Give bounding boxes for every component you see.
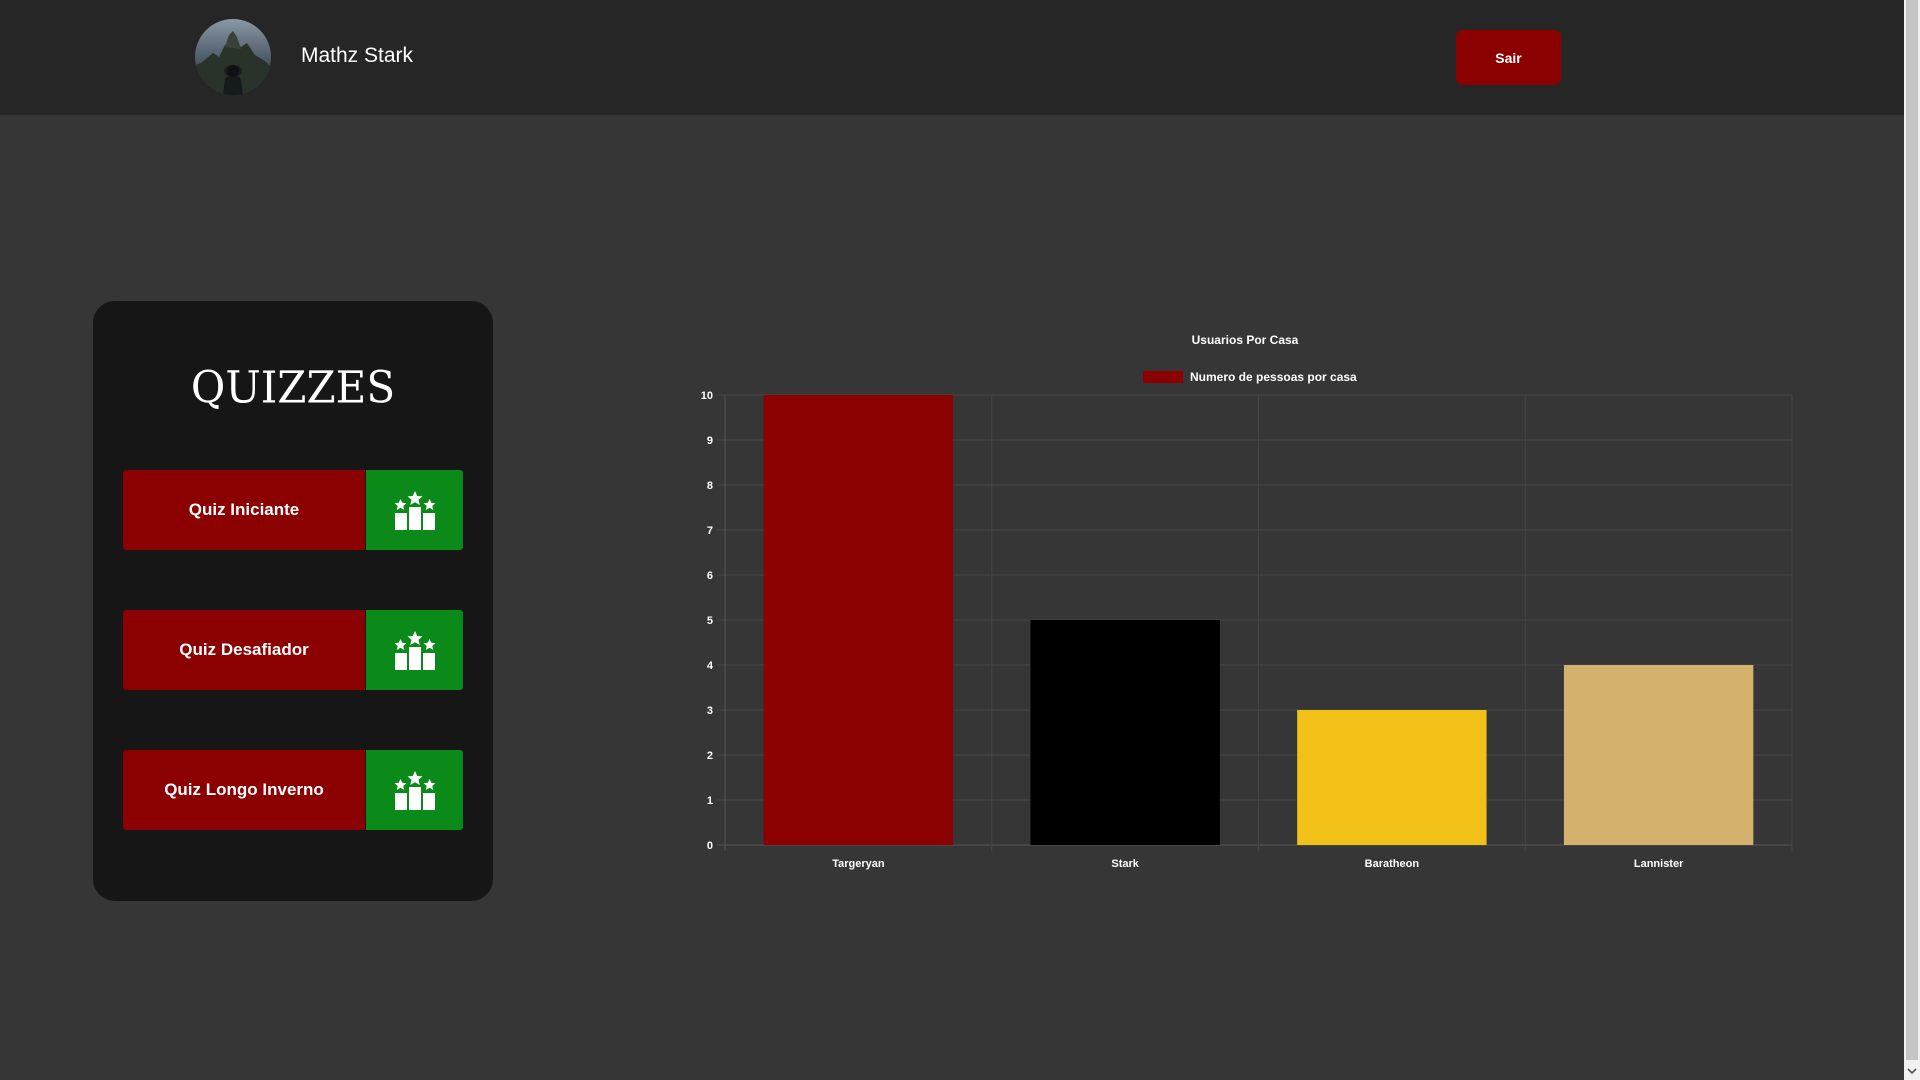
- x-tick-label: Baratheon: [1365, 858, 1420, 870]
- quiz-iniciante-button[interactable]: Quiz Iniciante: [123, 470, 365, 550]
- x-tick-label: Stark: [1111, 858, 1139, 870]
- bar: [1297, 710, 1487, 845]
- y-tick-label: 9: [707, 435, 713, 447]
- x-tick-label: Targeryan: [832, 858, 885, 870]
- x-tick-label: Lannister: [1634, 858, 1684, 870]
- quiz-desafiador-button[interactable]: Quiz Desafiador: [123, 610, 365, 690]
- bar: [1563, 665, 1754, 845]
- podium-icon: [394, 491, 435, 530]
- quiz-panel-title: QUIZZES: [190, 361, 396, 414]
- scroll-down-arrow[interactable]: [1904, 1062, 1920, 1080]
- y-tick-label: 2: [707, 750, 713, 762]
- y-tick-label: 8: [707, 480, 713, 492]
- bar: [763, 395, 954, 845]
- users-per-house-chart: Usuarios Por Casa Numero de pessoas por …: [680, 325, 1810, 885]
- x-axis-ticks: Targeryan Stark Baratheon Lannister: [832, 858, 1684, 870]
- quiz-row: Quiz Longo Inverno: [123, 750, 463, 830]
- ranking-button[interactable]: [366, 470, 463, 550]
- scrollbar-thumb[interactable]: [1906, 0, 1918, 1060]
- username: Mathz Stark: [301, 44, 414, 67]
- quiz-row: Quiz Iniciante: [123, 470, 463, 550]
- y-tick-label: 5: [707, 615, 713, 627]
- quiz-longo-inverno-button[interactable]: Quiz Longo Inverno: [123, 750, 365, 830]
- podium-icon: [394, 631, 435, 670]
- podium-icon: [394, 771, 435, 810]
- y-tick-label: 3: [707, 705, 713, 717]
- top-header: Mathz Stark Sair: [0, 0, 1904, 115]
- y-tick-label: 1: [707, 795, 713, 807]
- y-axis-ticks: 0 1 2 3 4 5 6 7 8 9 10: [701, 390, 714, 852]
- y-tick-label: 6: [707, 570, 713, 582]
- quiz-panel: QUIZZES Quiz Iniciante Quiz Desafiador Q…: [93, 301, 493, 901]
- quiz-row: Quiz Desafiador: [123, 610, 463, 690]
- chevron-down-icon: [1907, 1068, 1917, 1075]
- legend-label: Numero de pessoas por casa: [1190, 370, 1357, 384]
- y-tick-label: 0: [707, 840, 713, 852]
- vertical-scrollbar[interactable]: [1904, 0, 1920, 1080]
- y-tick-label: 7: [707, 525, 713, 537]
- bar: [1030, 620, 1220, 845]
- chart-title: Usuarios Por Casa: [1192, 333, 1299, 347]
- ranking-button[interactable]: [366, 610, 463, 690]
- y-tick-label: 10: [701, 390, 713, 402]
- ranking-button[interactable]: [366, 750, 463, 830]
- y-tick-label: 4: [707, 660, 714, 672]
- bar-chart-svg: Usuarios Por Casa Numero de pessoas por …: [701, 333, 1793, 870]
- avatar-image: [195, 19, 271, 95]
- logout-button[interactable]: Sair: [1456, 30, 1561, 85]
- avatar[interactable]: [195, 19, 271, 95]
- legend-swatch: [1143, 371, 1183, 383]
